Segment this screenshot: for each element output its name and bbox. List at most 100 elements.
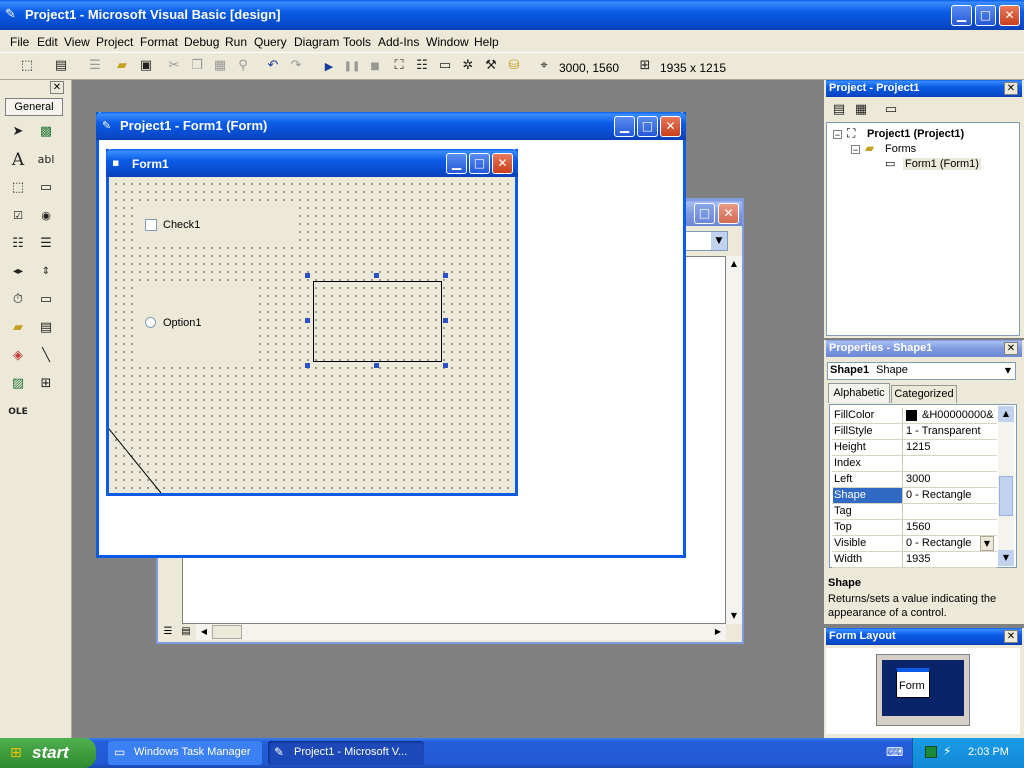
data-tool-icon[interactable]: ⊞ [35, 373, 57, 395]
procedure-dropdown-icon[interactable]: ▼ [711, 232, 727, 250]
designer-minimize-button[interactable]: ▁ [614, 116, 635, 137]
menu-file[interactable]: File [10, 35, 29, 49]
property-value[interactable]: 0 - Rectangle [906, 536, 980, 551]
redo-icon[interactable]: ↷ [287, 57, 305, 75]
keyboard-icon[interactable]: ⌨ [886, 745, 903, 759]
textbox-tool-icon[interactable]: abl [35, 149, 57, 171]
menu-project[interactable]: Project [96, 35, 133, 49]
property-value[interactable]: 1 - Transparent [906, 424, 996, 439]
tree-collapse-root-icon[interactable]: − [833, 130, 842, 140]
add-project-icon[interactable]: ⬚ [18, 57, 36, 75]
properties-vscroll[interactable]: ▲ ▼ [998, 406, 1014, 566]
line1-control[interactable] [109, 427, 169, 493]
designer-maximize-button[interactable]: □ [637, 116, 658, 137]
full-module-view-icon[interactable]: ▤ [178, 624, 194, 640]
form1-close-button[interactable]: ✕ [492, 153, 513, 174]
shape-tool-icon[interactable]: ◈ [7, 345, 29, 367]
property-row-top[interactable]: Top 1560 [832, 520, 997, 536]
tree-collapse-forms-icon[interactable]: − [851, 145, 860, 155]
menu-add-ins[interactable]: Add-Ins [378, 35, 419, 49]
menu-debug[interactable]: Debug [184, 35, 219, 49]
properties-scroll-down-icon[interactable]: ▼ [998, 550, 1014, 566]
option1-radio[interactable] [145, 317, 156, 328]
menu-run[interactable]: Run [225, 35, 247, 49]
open-project-icon[interactable]: ▰ [113, 57, 131, 75]
taskbar-item-task-manager[interactable]: ▭ Windows Task Manager [108, 741, 262, 765]
start-button[interactable]: ⊞ start [0, 738, 96, 768]
property-value[interactable]: 1560 [906, 520, 996, 535]
designer-title-bar[interactable]: ✎ Project1 - Form1 (Form) ▁ □ ✕ [96, 112, 686, 140]
property-row-shape[interactable]: Shape 0 - Rectangle [832, 488, 997, 504]
vscrollbar-tool-icon[interactable]: ⇕ [35, 261, 57, 283]
menu-edit[interactable]: Edit [37, 35, 58, 49]
project-explorer-title[interactable]: Project - Project1 [826, 80, 1022, 97]
property-value[interactable]: 1935 [906, 552, 996, 567]
code-scroll-up-icon[interactable]: ▲ [726, 256, 742, 272]
selection-handle[interactable] [374, 273, 379, 278]
selection-handle[interactable] [305, 318, 310, 323]
menu-query[interactable]: Query [254, 35, 287, 49]
property-value[interactable]: 3000 [906, 472, 996, 487]
form-preview-thumbnail[interactable]: Form [896, 668, 930, 698]
property-row-left[interactable]: Left 3000 [832, 472, 997, 488]
form1-minimize-button[interactable]: ▁ [446, 153, 467, 174]
add-form-icon[interactable]: ▤ [52, 57, 70, 75]
dirlistbox-tool-icon[interactable]: ▰ [7, 317, 29, 339]
code-scroll-left-icon[interactable]: ◀ [196, 624, 212, 640]
designer-close-button[interactable]: ✕ [660, 116, 681, 137]
menu-view[interactable]: View [64, 35, 90, 49]
project-tree[interactable]: − ⛶ Project1 (Project1) − ▰ Forms ▭ Form… [826, 122, 1020, 336]
maximize-button[interactable]: □ [975, 5, 996, 26]
listbox-tool-icon[interactable]: ☰ [35, 233, 57, 255]
form1-design-surface[interactable]: Check1 Option1 [109, 177, 515, 493]
paste-icon[interactable]: ▦ [211, 57, 229, 75]
taskbar-item-visual-basic[interactable]: ✎ Project1 - Microsoft V... [268, 741, 424, 765]
form-layout-close-icon[interactable]: ✕ [1004, 630, 1018, 643]
property-value[interactable]: 1215 [906, 440, 996, 455]
filelistbox-tool-icon[interactable]: ▤ [35, 317, 57, 339]
image-tool-icon[interactable]: ▨ [7, 373, 29, 395]
commandbutton-tool-icon[interactable]: ▭ [35, 177, 57, 199]
properties-scroll-thumb[interactable] [999, 476, 1013, 516]
start-run-icon[interactable]: ▶ [320, 58, 338, 76]
close-button[interactable]: ✕ [999, 5, 1020, 26]
tree-form-item[interactable]: Form1 (Form1) [903, 158, 981, 170]
code-hscroll-thumb[interactable] [212, 625, 242, 639]
menu-tools[interactable]: Tools [343, 35, 371, 49]
property-row-tag[interactable]: Tag [832, 504, 997, 520]
form1-maximize-button[interactable]: □ [469, 153, 490, 174]
properties-window-icon[interactable]: ☷ [413, 57, 431, 75]
property-value[interactable]: &H00000000& [922, 408, 994, 423]
property-dropdown-icon[interactable]: ▼ [980, 536, 994, 551]
selection-handle[interactable] [443, 273, 448, 278]
line-tool-icon[interactable]: ╲ [35, 345, 57, 367]
minimize-button[interactable]: ▁ [951, 5, 972, 26]
selection-handle[interactable] [305, 273, 310, 278]
menu-window[interactable]: Window [426, 35, 469, 49]
form-layout-title[interactable]: Form Layout [826, 628, 1022, 645]
app-title-bar[interactable]: ✎ Project1 - Microsoft Visual Basic [des… [0, 0, 1024, 30]
selection-handle[interactable] [443, 363, 448, 368]
property-value[interactable] [906, 456, 996, 471]
drivelistbox-tool-icon[interactable]: ▭ [35, 289, 57, 311]
break-icon[interactable]: ❚❚ [343, 58, 361, 76]
project-explorer-close-icon[interactable]: ✕ [1004, 82, 1018, 95]
object-selector-dropdown-icon[interactable]: ▼ [1001, 363, 1015, 379]
optionbutton-tool-icon[interactable]: ◉ [35, 205, 57, 227]
property-row-fillstyle[interactable]: FillStyle 1 - Transparent [832, 424, 997, 440]
menu-editor-icon[interactable]: ☰ [86, 57, 104, 75]
copy-icon[interactable]: ❐ [188, 57, 206, 75]
form-layout-area[interactable]: Form [826, 648, 1020, 734]
properties-scroll-up-icon[interactable]: ▲ [998, 406, 1014, 422]
form-layout-icon[interactable]: ▭ [436, 57, 454, 75]
selection-handle[interactable] [374, 363, 379, 368]
view-code-icon[interactable]: ▤ [830, 101, 848, 119]
toolbox-general-tab[interactable]: General [5, 98, 63, 116]
tab-categorized[interactable]: Categorized [891, 385, 957, 403]
properties-title[interactable]: Properties - Shape1 [826, 340, 1022, 357]
tree-folder-label[interactable]: Forms [885, 143, 916, 155]
option1-control[interactable]: Option1 [133, 285, 253, 365]
end-icon[interactable]: ■ [366, 58, 384, 76]
hscrollbar-tool-icon[interactable]: ◂▸ [7, 261, 29, 283]
code-scroll-down-icon[interactable]: ▼ [726, 608, 742, 624]
